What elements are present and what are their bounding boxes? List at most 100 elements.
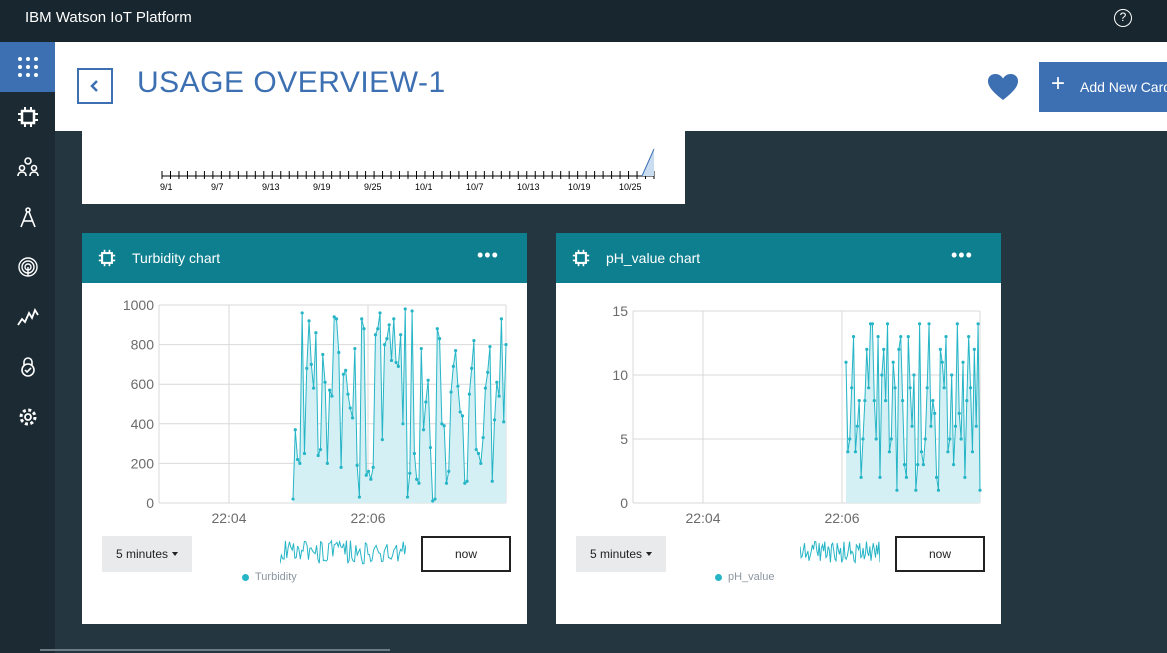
chart-legend[interactable]: Turbidity [242,571,297,583]
data-point [360,317,364,321]
data-point [957,411,961,415]
sidebar [0,42,55,653]
data-point [295,457,300,462]
data-point [401,422,405,426]
page-title: USAGE OVERVIEW-1 [137,66,446,99]
data-point [933,411,937,415]
usage-chart-icon[interactable] [0,292,55,342]
data-point [323,380,327,384]
card-header: Turbidity chart ••• [82,233,527,283]
data-point [953,424,958,428]
data-point [490,479,494,483]
sparkline-series [280,539,406,565]
y-tick-label: 0 [146,495,154,511]
data-point [961,360,965,364]
data-point [978,488,982,492]
range-sparkline[interactable] [800,536,880,568]
top-bar: IBM Watson IoT Platform ? [0,0,1167,42]
time-range-select[interactable]: 5 minutes [102,536,192,572]
data-point [955,322,959,326]
card-title: pH_value chart [606,250,701,266]
data-point [362,327,366,331]
data-point [483,386,487,390]
data-point [341,372,345,376]
help-icon[interactable]: ? [1114,9,1132,27]
data-point [312,386,316,390]
apps-grid-icon[interactable] [0,42,55,92]
data-point [948,437,952,441]
settings-icon[interactable] [0,392,55,442]
timeline-tick-label: 9/25 [364,182,382,192]
data-point [848,437,852,441]
data-point [321,352,325,357]
data-point [876,335,880,339]
data-point [447,469,451,473]
app-title: IBM Watson IoT Platform [25,9,192,26]
data-point [458,410,462,414]
data-point [476,451,481,456]
time-range-select[interactable]: 5 minutes [576,536,666,572]
sparkline-series [800,541,880,564]
data-point [872,399,876,403]
now-button[interactable]: now [421,536,511,572]
data-point [364,473,368,477]
favorite-heart-icon[interactable] [988,74,1018,106]
members-icon[interactable] [0,142,55,192]
data-point [307,319,311,323]
now-button[interactable]: now [895,536,985,572]
data-point [934,475,939,479]
data-point [859,475,863,479]
data-point [914,488,918,492]
data-point [428,445,433,450]
add-new-card-button[interactable]: + Add New Card [1039,62,1167,112]
data-point [882,347,886,351]
data-point [337,350,341,355]
card-header: pH_value chart ••• [556,233,1001,283]
legend-label: Turbidity [255,571,297,583]
data-point [472,339,476,343]
data-point [940,360,944,364]
data-point [921,463,925,467]
data-point [938,347,942,351]
chevron-left-icon [90,80,98,92]
data-point [895,488,899,492]
timeline-tick-label: 10/13 [517,182,540,192]
data-point [474,447,478,452]
data-point [880,373,884,377]
device-chip-icon [98,249,116,272]
y-tick-label: 0 [620,495,628,511]
back-button[interactable] [77,68,113,104]
timeline-tick-label: 9/7 [211,182,224,192]
devices-icon[interactable] [0,92,55,142]
data-point [884,399,888,403]
data-point [353,346,357,351]
more-options-icon[interactable]: ••• [477,245,499,266]
more-options-icon[interactable]: ••• [951,245,973,266]
caret-down-icon [646,552,653,556]
rules-icon[interactable] [0,192,55,242]
data-point [451,364,455,368]
data-point [891,360,895,364]
timeline-tick-label: 9/19 [313,182,331,192]
data-point [479,461,483,465]
data-point [355,463,359,467]
data-point [394,360,398,365]
card-title: Turbidity chart [132,250,221,266]
scrollbar[interactable] [40,649,390,651]
timeline-tick-label: 10/19 [568,182,591,192]
data-point [904,475,908,479]
y-tick-label: 200 [131,455,155,471]
data-point [844,360,848,364]
data-point [972,347,976,351]
security-fingerprint-icon[interactable] [0,242,55,292]
series-area [293,308,506,503]
data-point [855,424,859,428]
y-tick-label: 1000 [123,297,154,313]
data-point [970,450,975,454]
data-point [293,428,297,432]
data-point [919,450,924,454]
chart-legend[interactable]: pH_value [715,571,774,583]
range-sparkline[interactable] [280,536,406,568]
lock-icon[interactable] [0,342,55,392]
data-point [373,333,378,337]
